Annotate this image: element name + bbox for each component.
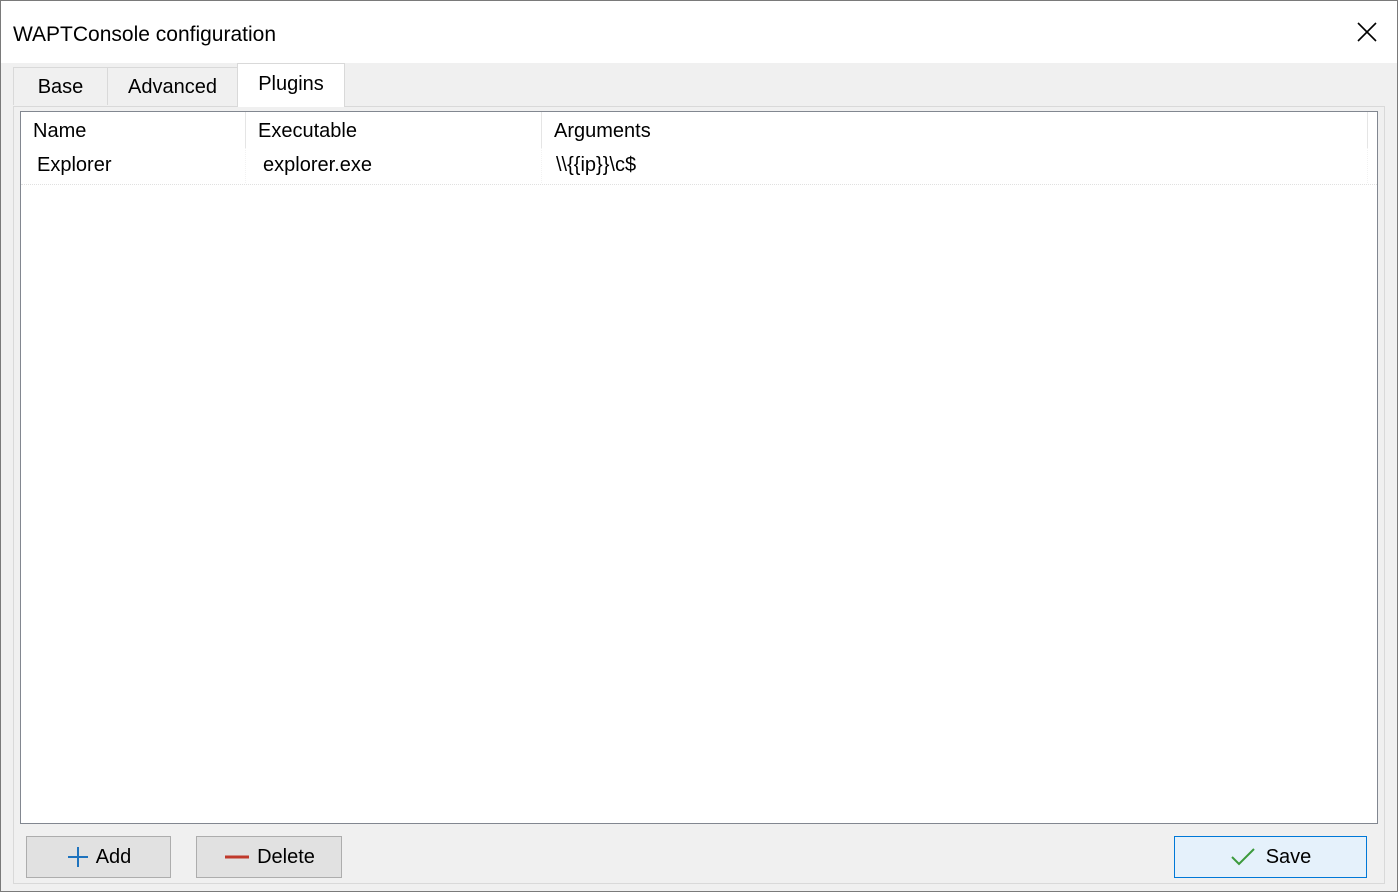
- tab-plugins[interactable]: Plugins: [237, 63, 345, 107]
- title-bar: WAPTConsole configuration: [1, 1, 1397, 63]
- close-button[interactable]: [1337, 1, 1397, 63]
- table-row[interactable]: Explorer explorer.exe \\{{ip}}\c$: [21, 148, 1377, 185]
- plus-icon: [66, 845, 90, 869]
- delete-button[interactable]: Delete: [196, 836, 342, 878]
- add-button[interactable]: Add: [26, 836, 171, 878]
- delete-button-label: Delete: [257, 845, 315, 868]
- column-header-arguments[interactable]: Arguments: [542, 112, 1368, 148]
- config-window: WAPTConsole configuration Base Advanced …: [0, 0, 1398, 892]
- window-title: WAPTConsole configuration: [13, 23, 277, 46]
- cell-name[interactable]: Explorer: [21, 148, 246, 183]
- save-button[interactable]: Save: [1174, 836, 1367, 878]
- minus-icon: [223, 845, 251, 869]
- tab-strip: Base Advanced Plugins: [13, 63, 1385, 107]
- save-button-label: Save: [1265, 845, 1312, 868]
- plugins-grid[interactable]: Name Executable Arguments Explorer explo…: [20, 111, 1378, 824]
- grid-header: Name Executable Arguments: [21, 112, 1377, 148]
- cell-executable[interactable]: explorer.exe: [246, 148, 542, 183]
- close-icon: [1356, 21, 1378, 43]
- tab-advanced[interactable]: Advanced: [107, 67, 238, 105]
- column-header-name[interactable]: Name: [21, 112, 246, 148]
- cell-arguments[interactable]: \\{{ip}}\c$: [542, 148, 1368, 183]
- checkmark-icon: [1230, 846, 1256, 868]
- tab-base[interactable]: Base: [13, 67, 108, 105]
- plugins-page: Name Executable Arguments Explorer explo…: [13, 106, 1385, 884]
- add-button-label: Add: [95, 845, 132, 868]
- column-header-executable[interactable]: Executable: [246, 112, 542, 148]
